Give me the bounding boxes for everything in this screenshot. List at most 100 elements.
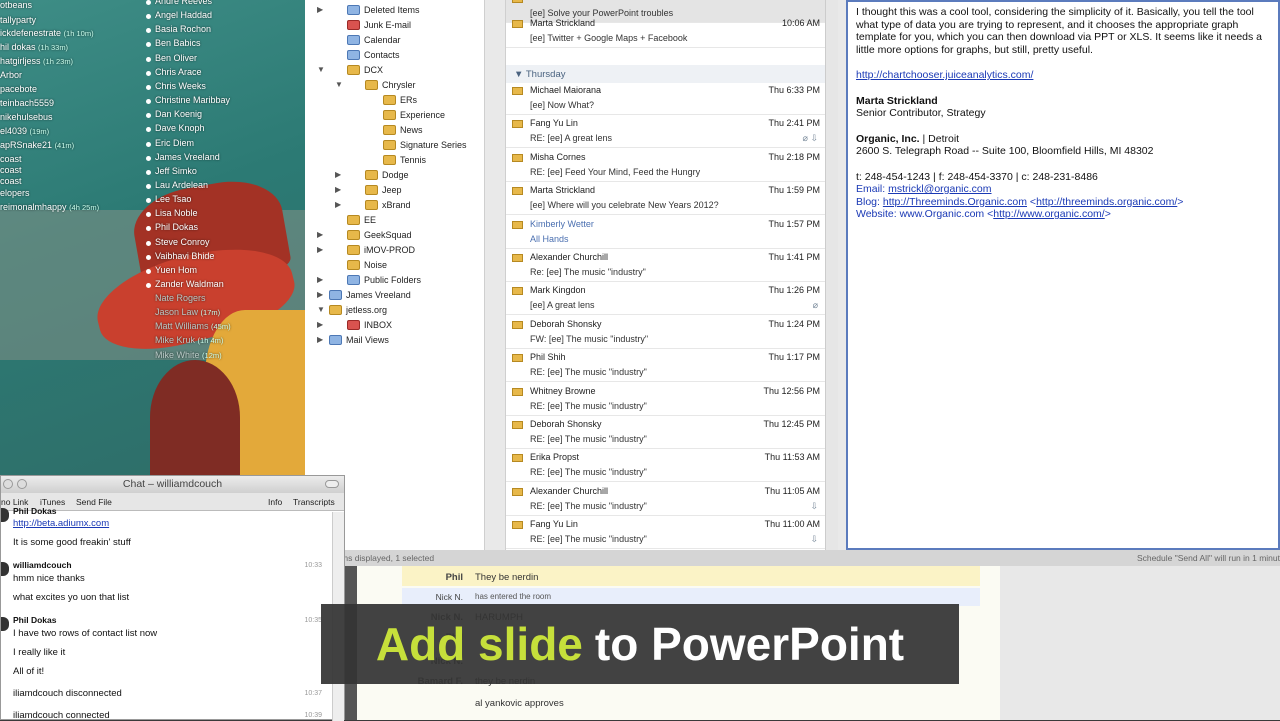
folder-item[interactable]: EE — [317, 212, 376, 227]
blog-link-2[interactable]: http://threeminds.organic.com/ — [1036, 196, 1177, 208]
buddy-entry[interactable]: tallyparty — [0, 15, 36, 25]
folder-item[interactable]: ▼ Chrysler — [335, 77, 416, 92]
folder-item[interactable]: ▶ Mail Views — [317, 332, 389, 347]
folder-item[interactable]: ▼ DCX — [317, 62, 383, 77]
buddy-entry[interactable]: Angel Haddad — [155, 10, 212, 20]
buddy-entry-idle[interactable]: Matt Williams (45m) — [155, 321, 231, 331]
folder-item[interactable]: Signature Series — [353, 137, 467, 152]
buddy-entry[interactable]: James Vreeland — [155, 152, 220, 162]
folder-item[interactable]: ▶ GeekSquad — [317, 227, 412, 242]
buddy-entry[interactable]: Chris Arace — [155, 67, 202, 77]
message-row[interactable]: Michael Maiorana [ee] Now What? Thu 6:33 P… — [506, 82, 826, 115]
buddy-entry[interactable]: el4039 (19m) — [0, 126, 49, 136]
chat-title-bar[interactable]: Chat – williamdcouch — [1, 476, 344, 493]
message-row[interactable]: Fang Yu Lin RE: [ee] A great lens Thu 2:41… — [506, 115, 826, 149]
buddy-entry[interactable]: elopers — [0, 188, 30, 198]
disclosure-triangle-icon[interactable]: ▶ — [317, 230, 325, 239]
disclosure-triangle-icon[interactable]: ▶ — [317, 320, 325, 329]
buddy-entry[interactable]: Christine Maribbay — [155, 95, 230, 105]
message-row[interactable]: Kimberly Wetter All Hands Thu 1:57 PM — [506, 216, 826, 249]
pane-divider-2[interactable] — [838, 0, 846, 550]
folder-item[interactable]: ▶ Public Folders — [317, 272, 421, 287]
message-row[interactable]: Mark Kingdon [ee] A great lens Thu 1:26 PM… — [506, 282, 826, 316]
folder-item[interactable]: Contacts — [317, 47, 400, 62]
message-row[interactable]: Whitney Browne RE: [ee] The music "indust… — [506, 383, 826, 416]
disclosure-triangle-icon[interactable]: ▶ — [317, 335, 325, 344]
disclosure-triangle-icon[interactable]: ▶ — [335, 185, 343, 194]
buddy-entry[interactable]: Lisa Noble — [155, 208, 198, 218]
buddy-entry[interactable]: Steve Conroy — [155, 237, 210, 247]
buddy-entry[interactable]: Jeff Simko — [155, 166, 197, 176]
day-group-header[interactable]: ▼ Thursday — [506, 65, 826, 83]
buddy-entry-idle[interactable]: Nate Rogers — [155, 293, 206, 303]
toolbar-send-file-button[interactable]: Send File — [76, 497, 112, 507]
disclosure-triangle-icon[interactable]: ▶ — [335, 200, 343, 209]
folder-item[interactable]: Junk E-mail — [317, 17, 411, 32]
buddy-entry[interactable]: Eric Diem — [155, 138, 194, 148]
buddy-entry[interactable]: apRSnake21 (41m) — [0, 140, 74, 150]
message-row[interactable]: Alexander Churchill RE: [ee] The music "i… — [506, 483, 826, 516]
buddy-entry[interactable]: coast — [0, 176, 22, 186]
buddy-entry[interactable]: Ben Oliver — [155, 53, 197, 63]
buddy-entry[interactable]: Chris Weeks — [155, 81, 206, 91]
buddy-entry[interactable]: hil dokas (1h 33m) — [0, 42, 68, 52]
disclosure-triangle-icon[interactable]: ▶ — [317, 5, 325, 14]
message-row[interactable]: Phil Shih RE: [ee] The music "industry" Th… — [506, 349, 826, 383]
buddy-entry[interactable]: pacebote — [0, 84, 37, 94]
folder-item[interactable]: ▶ INBOX — [317, 317, 392, 332]
pane-divider[interactable] — [485, 0, 505, 550]
disclosure-triangle-icon[interactable]: ▼ — [317, 305, 325, 314]
message-row[interactable]: Alexander Churchill Re: [ee] The music "i… — [506, 249, 826, 282]
folder-item[interactable]: ▶ iMOV-PROD — [317, 242, 415, 257]
folder-item[interactable]: Calendar — [317, 32, 401, 47]
disclosure-triangle-icon[interactable]: ▶ — [335, 170, 343, 179]
buddy-entry[interactable]: Andre Reeves — [155, 0, 212, 6]
message-row[interactable]: Misha Cornes RE: [ee] Feed Your Mind, Fee… — [506, 149, 826, 182]
buddy-entry[interactable]: reimonalmhappy (4h 25m) — [0, 202, 99, 212]
folder-item[interactable]: ▶ xBrand — [335, 197, 411, 212]
folder-item[interactable]: ▶ Jeep — [335, 182, 402, 197]
buddy-entry[interactable]: Dan Koenig — [155, 109, 202, 119]
message-row[interactable]: Marta Strickland [ee] Where will you cele… — [506, 182, 826, 216]
buddy-entry[interactable]: Yuen Hom — [155, 265, 197, 275]
disclosure-triangle-icon[interactable]: ▼ — [317, 65, 325, 74]
website-link[interactable]: http://www.organic.com/ — [993, 208, 1104, 220]
buddy-entry[interactable]: Vaibhavi Bhide — [155, 251, 214, 261]
buddy-entry[interactable]: Arbor — [0, 70, 22, 80]
disclosure-triangle-icon[interactable]: ▶ — [317, 275, 325, 284]
buddy-entry[interactable]: Basia Rochon — [155, 24, 211, 34]
folder-item[interactable]: ▶ Dodge — [335, 167, 409, 182]
buddy-entry[interactable]: Ben Babics — [155, 38, 201, 48]
folder-item[interactable]: ▶ James Vreeland — [317, 287, 411, 302]
message-row[interactable]: Marta Strickland [ee] Twitter + Google Ma… — [506, 15, 826, 48]
folder-item[interactable]: ▶ Deleted Items — [317, 2, 420, 17]
chat-link[interactable]: http://beta.adiumx.com — [13, 518, 109, 529]
email-link[interactable]: mstrickl@organic.com — [888, 183, 991, 195]
buddy-entry[interactable]: ickdefenestrate (1h 10m) — [0, 28, 94, 38]
folder-item[interactable]: Noise — [317, 257, 387, 272]
buddy-entry[interactable]: Lee Tsao — [155, 194, 191, 204]
message-row[interactable]: Fang Yu Lin RE: [ee] The music "industry"… — [506, 516, 826, 550]
message-list-scrollbar[interactable] — [825, 0, 838, 550]
buddy-entry[interactable]: Phil Dokas — [155, 222, 198, 232]
buddy-entry[interactable]: Lau Ardelean — [155, 180, 208, 190]
chartchooser-link[interactable]: http://chartchooser.juiceanalytics.com/ — [856, 69, 1033, 81]
buddy-entry[interactable]: Zander Waldman — [155, 279, 224, 289]
chevron-down-icon[interactable]: ▼ — [514, 69, 523, 80]
message-row[interactable]: Deborah Shonsky RE: [ee] The music "indus… — [506, 416, 826, 449]
buddy-entry[interactable]: teinbach5559 — [0, 98, 54, 108]
disclosure-triangle-icon[interactable]: ▶ — [317, 245, 325, 254]
disclosure-triangle-icon[interactable]: ▶ — [317, 290, 325, 299]
buddy-entry-idle[interactable]: Mike White (12m) — [155, 350, 222, 360]
buddy-entry[interactable]: hatgirljess (1h 23m) — [0, 56, 73, 66]
message-row[interactable]: Deborah Shonsky FW: [ee] The music "indus… — [506, 316, 826, 349]
folder-item[interactable]: ERs — [353, 92, 417, 107]
buddy-entry-idle[interactable]: Jason Law (17m) — [155, 307, 220, 317]
folder-item[interactable]: ▼ jetless.org — [317, 302, 387, 317]
close-icon[interactable] — [3, 479, 13, 489]
buddy-entry[interactable]: coast — [0, 165, 22, 175]
buddy-entry[interactable]: nikehulsebus — [0, 112, 53, 122]
toolbar-transcripts-button[interactable]: Transcripts — [293, 497, 335, 507]
disclosure-triangle-icon[interactable]: ▼ — [335, 80, 343, 89]
message-row[interactable]: Erika Propst RE: [ee] The music "industry… — [506, 449, 826, 483]
